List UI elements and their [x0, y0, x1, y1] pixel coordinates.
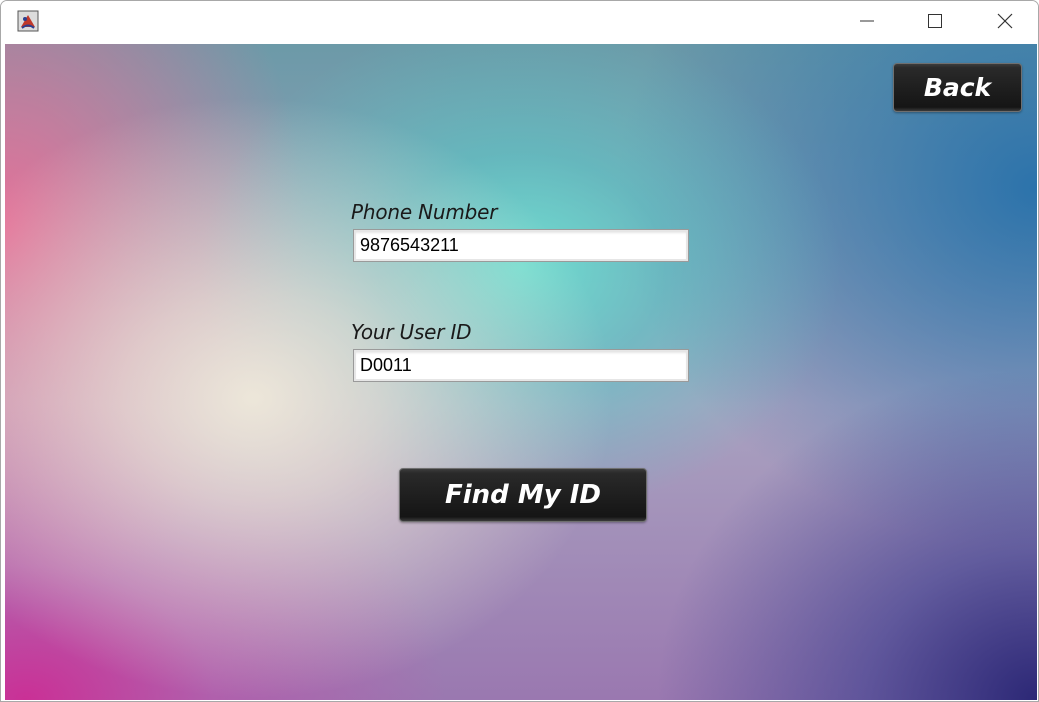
phone-number-input[interactable]: [353, 229, 689, 262]
close-icon: [996, 12, 1014, 34]
form-panel: Back Phone Number Your User ID Find My I…: [5, 44, 1037, 700]
maximize-button[interactable]: [900, 1, 970, 44]
find-my-id-button[interactable]: Find My ID: [399, 468, 647, 522]
java-app-icon: [17, 10, 39, 32]
close-button[interactable]: [970, 1, 1038, 44]
maximize-icon: [927, 13, 943, 33]
user-id-label: Your User ID: [351, 320, 472, 344]
phone-number-label: Phone Number: [351, 200, 498, 224]
minimize-button[interactable]: [832, 1, 902, 44]
app-window: Back Phone Number Your User ID Find My I…: [0, 0, 1039, 702]
title-bar: [1, 1, 1038, 44]
minimize-icon: [859, 13, 875, 33]
user-id-output[interactable]: [353, 349, 689, 382]
back-button[interactable]: Back: [893, 63, 1022, 112]
